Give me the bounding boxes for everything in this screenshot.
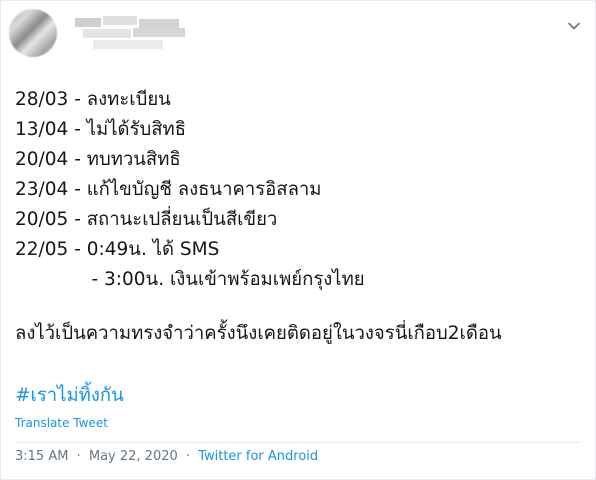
tweet-line: 20/05 - สถานะเปลี่ยนเป็นสีเขียว (15, 209, 278, 230)
tweet-line: 23/04 - แก้ไขบัญชี ลงธนาคารอิสลาม (15, 179, 322, 200)
translate-tweet-link[interactable]: Translate Tweet (15, 416, 108, 430)
tweet-text: 28/03 - ลงทะเบียน 13/04 - ไม่ได้รับสิทธิ… (15, 85, 585, 349)
chevron-down-icon[interactable] (567, 19, 581, 33)
tweet-meta: 3:15 AM · May 22, 2020 · Twitter for And… (15, 449, 318, 464)
tweet-line: 13/04 - ไม่ได้รับสิทธิ (15, 119, 187, 140)
tweet-line: 22/05 - 0:49น. ได้ SMS (15, 239, 220, 260)
tweet-card: 28/03 - ลงทะเบียน 13/04 - ไม่ได้รับสิทธิ… (0, 0, 596, 480)
tweet-line: 20/04 - ทบทวนสิทธิ (15, 149, 181, 170)
meta-separator: · (185, 449, 191, 464)
hashtag-link[interactable]: #เราไม่ทิ้งกัน (15, 381, 124, 410)
author-name-blurred[interactable] (73, 15, 193, 49)
tweet-date[interactable]: May 22, 2020 (89, 449, 178, 464)
meta-separator: · (76, 449, 81, 464)
avatar[interactable] (9, 9, 57, 57)
divider (15, 442, 581, 443)
tweet-line: - 3:00น. เงินเข้าพร้อมเพย์กรุงไทย (15, 269, 365, 290)
tweet-time[interactable]: 3:15 AM (15, 449, 68, 464)
tweet-note: ลงไว้เป็นความทรงจำว่าครั้งนึงเคยติดอยู่ใ… (15, 323, 502, 344)
tweet-client-link[interactable]: Twitter for Android (198, 449, 318, 464)
tweet-line: 28/03 - ลงทะเบียน (15, 89, 171, 110)
